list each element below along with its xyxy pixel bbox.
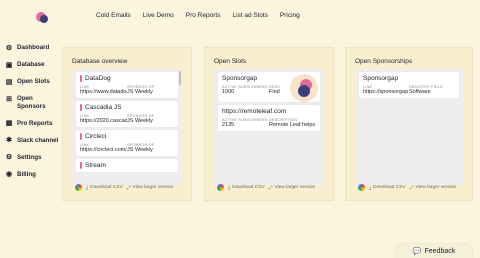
tag-marker xyxy=(80,104,82,111)
panel-title: Open Slots xyxy=(214,58,247,65)
download-icon: ⤓ xyxy=(369,185,372,191)
view-larger-button[interactable]: ⤢ View larger version xyxy=(410,185,457,191)
panel-footer: ⤓ Download CSV ⤢ View larger version xyxy=(217,184,315,191)
expand-icon: ⤢ xyxy=(268,185,273,191)
field-value: JS Weekly xyxy=(127,147,153,153)
tag-marker xyxy=(80,162,82,169)
field-value: 1000 xyxy=(222,89,235,95)
field-value: Remote Leaf helps xyxy=(269,122,316,128)
list-item[interactable]: Sponsorgap LINKhttps://sponsorgap.c... I… xyxy=(359,72,459,98)
card-name: Cascadia JS xyxy=(85,104,122,111)
card-name: Sponsorgap xyxy=(363,75,399,82)
sidebar-item-label: Billing xyxy=(17,170,36,178)
tag-marker xyxy=(80,133,82,140)
card-name: Circleci xyxy=(85,133,107,140)
expand-label: View larger version xyxy=(274,185,316,190)
sidebar-item-label: Slack channel xyxy=(17,136,59,144)
field-value: https://www.datadog... xyxy=(80,89,127,95)
field-value: 2135 xyxy=(222,122,235,128)
nav-pro-reports[interactable]: Pro Reports xyxy=(186,12,221,19)
scrollbar[interactable] xyxy=(179,71,181,85)
sidebar-item-open-slots[interactable]: ▤ Open Slots xyxy=(5,78,60,86)
download-label: Download CSV xyxy=(232,185,265,190)
field-value: Software xyxy=(409,89,431,95)
list-item[interactable]: Cascadia JS LINKhttps://2020.cascadi... … xyxy=(76,101,178,127)
grid-icon: ⊞ xyxy=(6,95,12,103)
app-logo[interactable] xyxy=(36,12,50,26)
sidebar-item-label: Open Sponsors xyxy=(17,95,46,110)
download-csv-button[interactable]: ⤓ Download CSV xyxy=(86,185,123,191)
google-sheets-icon[interactable] xyxy=(217,184,224,191)
download-icon: ⤓ xyxy=(228,185,231,191)
database-overview-panel: Database overview DataDog LINK https://ww… xyxy=(62,47,192,201)
open-sponsorships-panel: Open Sponsorships Sponsorgap LINK https:/… xyxy=(345,47,473,201)
nav-cold-emails[interactable]: Cold Emails xyxy=(96,12,131,19)
card-name: Stream xyxy=(85,162,106,169)
list-item[interactable]: DataDog LINKhttps://www.datadog... SPONS… xyxy=(76,72,178,98)
view-larger-button[interactable]: ⤢ View larger version xyxy=(127,185,174,191)
sidebar-item-label: Database xyxy=(17,61,45,68)
sidebar-item-settings[interactable]: ⚙ Settings xyxy=(5,154,60,162)
sidebar-item-open-sponsors[interactable]: ⊞ Open Sponsors xyxy=(5,95,60,111)
nav-list-ad-slots[interactable]: List ad Slots xyxy=(232,12,267,19)
field-value: JS Weekly xyxy=(127,118,153,124)
google-sheets-icon[interactable] xyxy=(358,184,365,191)
decorative-logo xyxy=(290,74,318,102)
list-item[interactable]: Sponsorgap ACTIVE SUBSCRIBERS 1000 DESC Fi… xyxy=(218,72,320,102)
card-name: https://remoteleaf.com xyxy=(222,108,287,115)
download-csv-button[interactable]: ⤓ Download CSV xyxy=(369,185,406,191)
sidebar-item-label: Pro Reports xyxy=(17,119,53,127)
nav-live-demo[interactable]: Live Demo xyxy=(143,12,174,19)
slots-list: Sponsorgap ACTIVE SUBSCRIBERS 1000 DESC Fi… xyxy=(214,69,324,185)
expand-label: View larger version xyxy=(132,185,174,190)
list-item[interactable]: Circleci LINKhttps://circleci.com/b... S… xyxy=(76,130,178,156)
field-value: https://circleci.com/b... xyxy=(80,147,127,153)
sidebar-item-label: Dashboard xyxy=(17,44,50,51)
download-csv-button[interactable]: ⤓ Download CSV xyxy=(228,185,265,191)
feedback-label: Feedback xyxy=(424,247,456,255)
sidebar-item-dashboard[interactable]: ⚙ Dashboard xyxy=(5,44,60,52)
sidebar-item-pro-reports[interactable]: ▦ Pro Reports xyxy=(5,120,60,128)
window-icon: ▤ xyxy=(5,78,13,86)
panel-title: Database overview xyxy=(72,58,128,65)
nav-pricing[interactable]: Pricing xyxy=(280,12,300,19)
list-item[interactable]: Stream xyxy=(76,159,178,172)
sidebar-item-label: Open Slots xyxy=(17,78,50,85)
open-slots-panel: Open Slots Sponsorgap ACTIVE SUBSCRIBERS… xyxy=(204,47,334,201)
card-name: Sponsorgap xyxy=(222,75,258,82)
download-label: Download CSV xyxy=(90,185,123,190)
sidebar-item-slack[interactable]: ✱ Slack channel xyxy=(5,137,60,145)
inbox-icon: ▣ xyxy=(5,61,13,69)
expand-icon: ⤢ xyxy=(409,185,414,191)
sidebar-item-billing[interactable]: ◉ Billing xyxy=(5,171,60,179)
tag-marker xyxy=(80,75,82,82)
expand-icon: ⤢ xyxy=(126,185,131,191)
sidebar-item-database[interactable]: ▣ Database xyxy=(5,61,60,69)
sidebar: ⚙ Dashboard ▣ Database ▤ Open Slots ⊞ Open S… xyxy=(5,44,60,188)
top-navigation: Cold Emails Live Demo Pro Reports List a… xyxy=(96,12,312,19)
sidebar-item-label: Settings xyxy=(17,153,42,161)
download-icon: ⤓ xyxy=(86,185,89,191)
panel-footer: ⤓ Download CSV ⤢ View larger version xyxy=(358,184,456,191)
google-sheets-icon[interactable] xyxy=(75,184,82,191)
chat-bubble-icon: 💬 xyxy=(412,248,422,255)
feedback-button[interactable]: 💬 Feedback xyxy=(396,244,472,258)
field-value: https://sponsorgap.c... xyxy=(363,89,409,95)
database-list: DataDog LINKhttps://www.datadog... SPONS… xyxy=(72,69,182,185)
user-icon: ◉ xyxy=(5,171,13,178)
gear-icon: ⚙ xyxy=(5,44,13,52)
panel-footer: ⤓ Download CSV ⤢ View larger version xyxy=(75,184,173,191)
card-name: DataDog xyxy=(85,75,111,82)
list-item[interactable]: https://remoteleaf.com ACTIVE SUBSCRIBER… xyxy=(218,105,320,131)
document-icon: ▦ xyxy=(5,120,13,127)
panel-title: Open Sponsorships xyxy=(355,58,413,65)
chat-icon: ✱ xyxy=(6,137,12,144)
gear-icon: ⚙ xyxy=(5,154,13,161)
view-larger-button[interactable]: ⤢ View larger version xyxy=(269,185,316,191)
field-value: https://2020.cascadi... xyxy=(80,118,127,124)
download-label: Download CSV xyxy=(373,185,406,190)
field-value: JS Weekly xyxy=(127,89,153,95)
expand-label: View larger version xyxy=(415,185,457,190)
sponsorships-list: Sponsorgap LINKhttps://sponsorgap.c... I… xyxy=(355,69,463,185)
